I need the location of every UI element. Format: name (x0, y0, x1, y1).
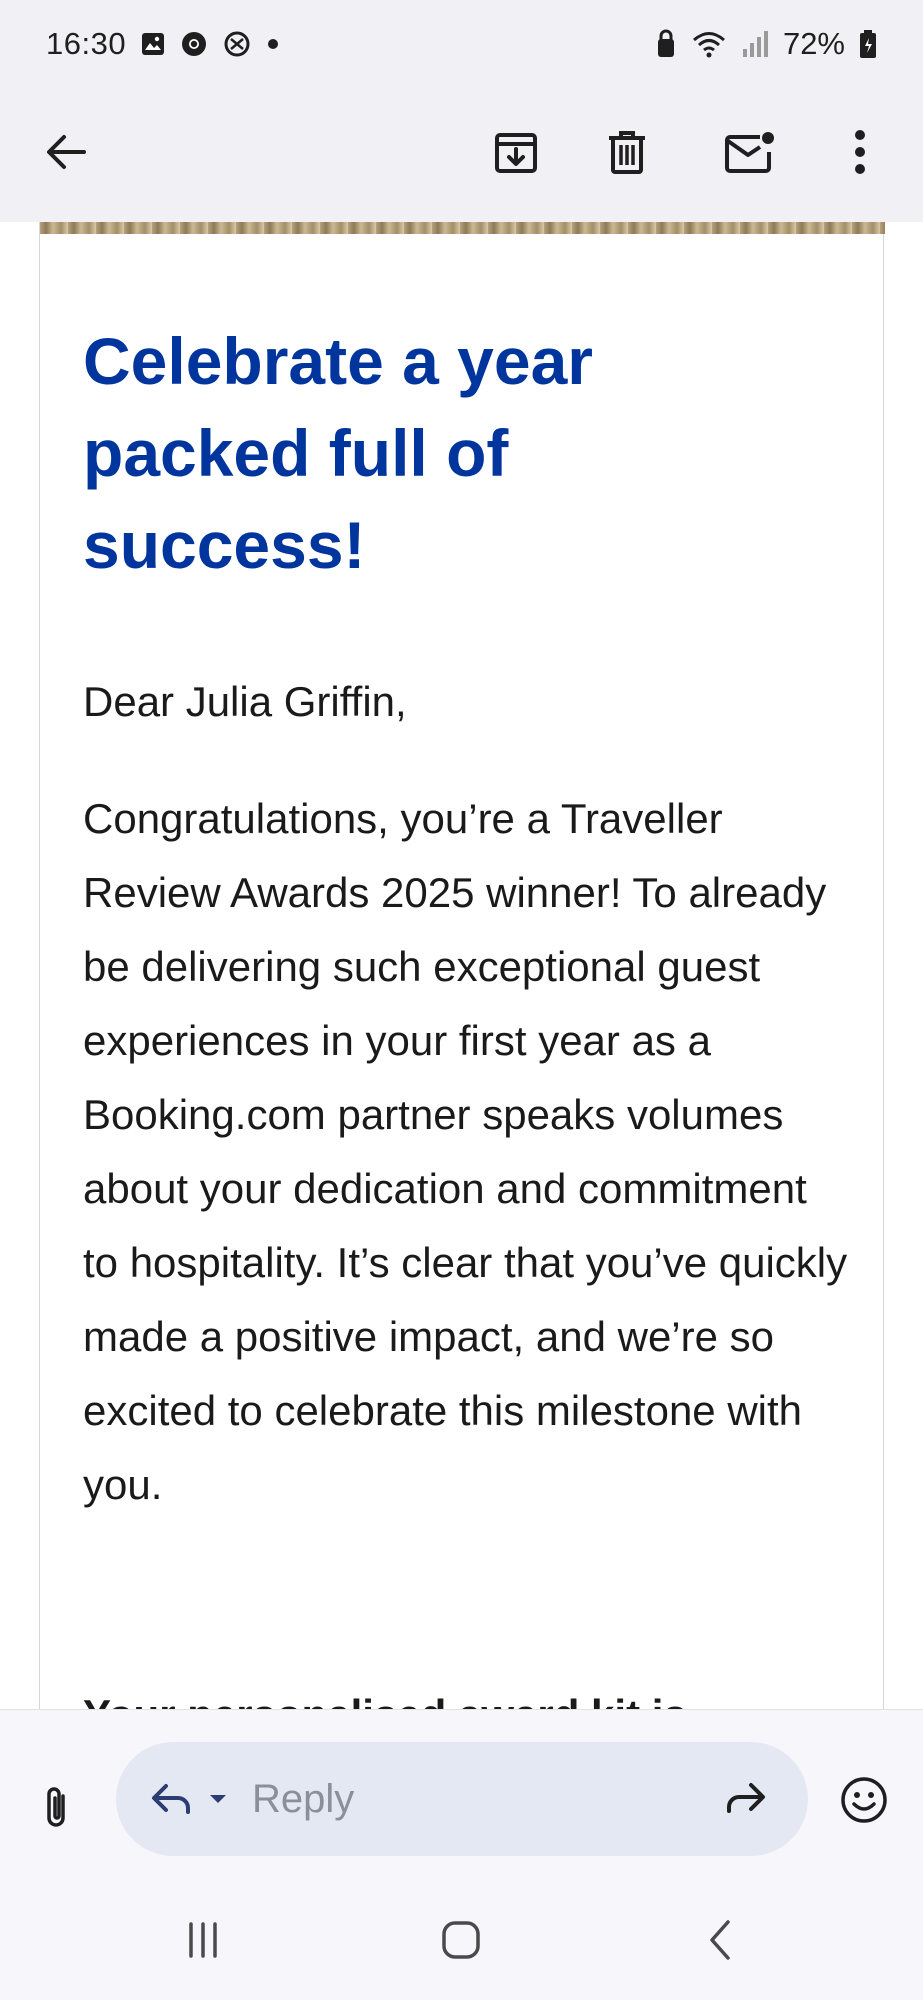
emoji-icon (839, 1775, 889, 1830)
attachment-icon (41, 1784, 71, 1837)
email-body: Congratulations, you’re a Traveller Revi… (83, 795, 848, 1508)
email-content[interactable]: Celebrate a year packed full of success!… (0, 222, 923, 1709)
email-greeting: Dear Julia Griffin, (83, 678, 407, 725)
status-left: 16:30 (46, 26, 280, 62)
reply-input[interactable]: Reply (116, 1742, 808, 1856)
home-icon (440, 1919, 482, 1966)
mark-unread-icon (724, 130, 776, 179)
chrome-icon (180, 30, 208, 58)
status-bar: 16:30 72% (0, 0, 923, 88)
email-headline: Celebrate a year packed full of success! (83, 324, 593, 582)
attach-button[interactable] (28, 1768, 84, 1852)
battery-percent: 72% (782, 26, 845, 61)
forward-button[interactable] (718, 1772, 774, 1828)
email-toolbar (0, 88, 923, 222)
dot-icon (266, 37, 280, 51)
email-subheading: Your personalised award kit is (83, 1678, 853, 1709)
reply-icon[interactable] (150, 1781, 194, 1817)
more-vert-icon (853, 129, 867, 180)
email-card: Celebrate a year packed full of success!… (39, 222, 885, 1709)
dropdown-icon[interactable] (208, 1792, 228, 1806)
home-button[interactable] (421, 1902, 501, 1982)
back-arrow-icon (44, 132, 88, 177)
status-right: 72% (655, 26, 877, 62)
mark-unread-button[interactable] (712, 116, 788, 192)
lock-icon (655, 29, 677, 59)
wifi-icon (691, 29, 727, 59)
signal-icon (741, 29, 769, 59)
nav-back-button[interactable] (680, 1902, 760, 1982)
system-nav-bar (0, 1872, 923, 2000)
battery-icon (859, 29, 877, 59)
notification-icon (222, 30, 252, 58)
recents-button[interactable] (163, 1902, 243, 1982)
emoji-button[interactable] (836, 1774, 892, 1830)
forward-icon (723, 1780, 769, 1821)
recents-icon (183, 1920, 223, 1965)
hero-image-strip (40, 222, 885, 234)
status-time: 16:30 (46, 26, 127, 61)
delete-button[interactable] (589, 116, 665, 192)
gallery-icon (140, 31, 166, 57)
back-button[interactable] (28, 116, 104, 192)
more-options-button[interactable] (822, 116, 898, 192)
delete-icon (606, 129, 648, 180)
reply-bar: Reply (0, 1709, 923, 1872)
archive-icon (493, 130, 539, 179)
reply-placeholder: Reply (252, 1776, 355, 1821)
archive-button[interactable] (478, 116, 554, 192)
back-icon (706, 1918, 734, 1967)
